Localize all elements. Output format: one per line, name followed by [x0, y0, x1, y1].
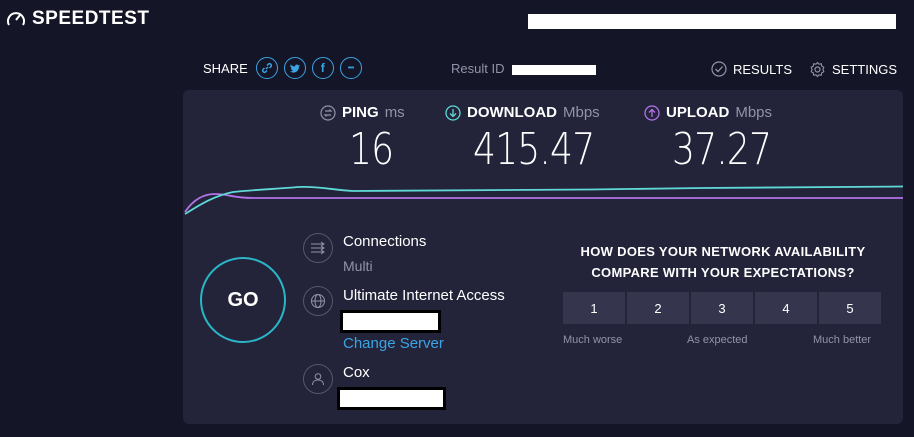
- redacted-block: [528, 14, 896, 29]
- redacted-ip: [337, 387, 446, 410]
- gauge-icon: [7, 12, 25, 26]
- connections-title: Connections: [343, 233, 427, 250]
- rating-button-4[interactable]: 4: [755, 292, 817, 324]
- survey-question-line2: COMPARE WITH YOUR EXPECTATIONS?: [591, 265, 855, 280]
- ping-metric: PING ms: [320, 104, 405, 121]
- twitter-icon[interactable]: [283, 57, 306, 79]
- upload-speed-line: [184, 193, 903, 213]
- result-id: Result ID: [451, 61, 597, 76]
- user-icon: [303, 364, 333, 394]
- settings-button[interactable]: SETTINGS: [809, 61, 897, 78]
- survey-question-line1: HOW DOES YOUR NETWORK AVAILABILITY: [580, 244, 866, 259]
- speedtest-logo[interactable]: SPEEDTEST: [6, 8, 149, 30]
- results-label: RESULTS: [733, 61, 792, 77]
- rating-button-1[interactable]: 1: [563, 292, 625, 324]
- scale-high-label: Much better: [813, 334, 872, 346]
- check-circle-icon: [711, 61, 727, 77]
- speed-graph: [184, 185, 903, 215]
- results-button[interactable]: RESULTS: [711, 61, 792, 77]
- ping-label: PING: [342, 104, 379, 121]
- rating-button-3[interactable]: 3: [691, 292, 753, 324]
- change-server-link[interactable]: Change Server: [343, 335, 444, 352]
- rating-scale: 1 2 3 4 5: [563, 292, 881, 324]
- redacted-server-location: [340, 310, 441, 333]
- download-speed-line: [184, 185, 903, 215]
- share-label: SHARE: [203, 60, 248, 76]
- upload-icon: [644, 104, 660, 121]
- download-value: 415.47: [473, 124, 595, 175]
- download-label: DOWNLOAD: [467, 104, 557, 121]
- settings-label: SETTINGS: [832, 62, 898, 77]
- download-icon: [445, 104, 461, 121]
- provider-name: Cox: [343, 364, 370, 381]
- more-icon[interactable]: •••: [339, 57, 362, 79]
- gear-icon: [810, 61, 825, 78]
- survey-question: HOW DOES YOUR NETWORK AVAILABILITY COMPA…: [563, 241, 883, 283]
- scale-low-label: Much worse: [563, 334, 623, 346]
- upload-metric: UPLOAD Mbps: [644, 104, 772, 121]
- facebook-icon[interactable]: f: [311, 57, 334, 79]
- redacted-result-id: [512, 64, 597, 75]
- logo-text: SPEEDTEST: [32, 8, 150, 29]
- server-name: Ultimate Internet Access: [343, 287, 505, 304]
- download-metric: DOWNLOAD Mbps: [445, 104, 600, 121]
- result-id-label: Result ID: [451, 61, 505, 76]
- globe-icon: [303, 286, 333, 316]
- link-icon[interactable]: [255, 57, 278, 79]
- rating-button-2[interactable]: 2: [627, 292, 689, 324]
- scale-mid-label: As expected: [687, 334, 748, 346]
- upload-unit: Mbps: [735, 104, 773, 121]
- results-panel: PING ms 16 DOWNLOAD Mbps 415.47 UPLOAD M…: [183, 90, 903, 424]
- ping-icon: [320, 104, 336, 121]
- connections-icon: [303, 233, 333, 263]
- download-unit: Mbps: [563, 104, 600, 121]
- connections-value: Multi: [343, 258, 373, 274]
- ping-value: 16: [349, 124, 394, 175]
- upload-value: 37.27: [672, 124, 772, 175]
- upload-label: UPLOAD: [666, 104, 730, 121]
- go-button[interactable]: GO: [200, 257, 286, 343]
- share-bar: SHARE f •••: [203, 57, 362, 79]
- rating-button-5[interactable]: 5: [819, 292, 881, 324]
- ping-unit: ms: [384, 104, 405, 121]
